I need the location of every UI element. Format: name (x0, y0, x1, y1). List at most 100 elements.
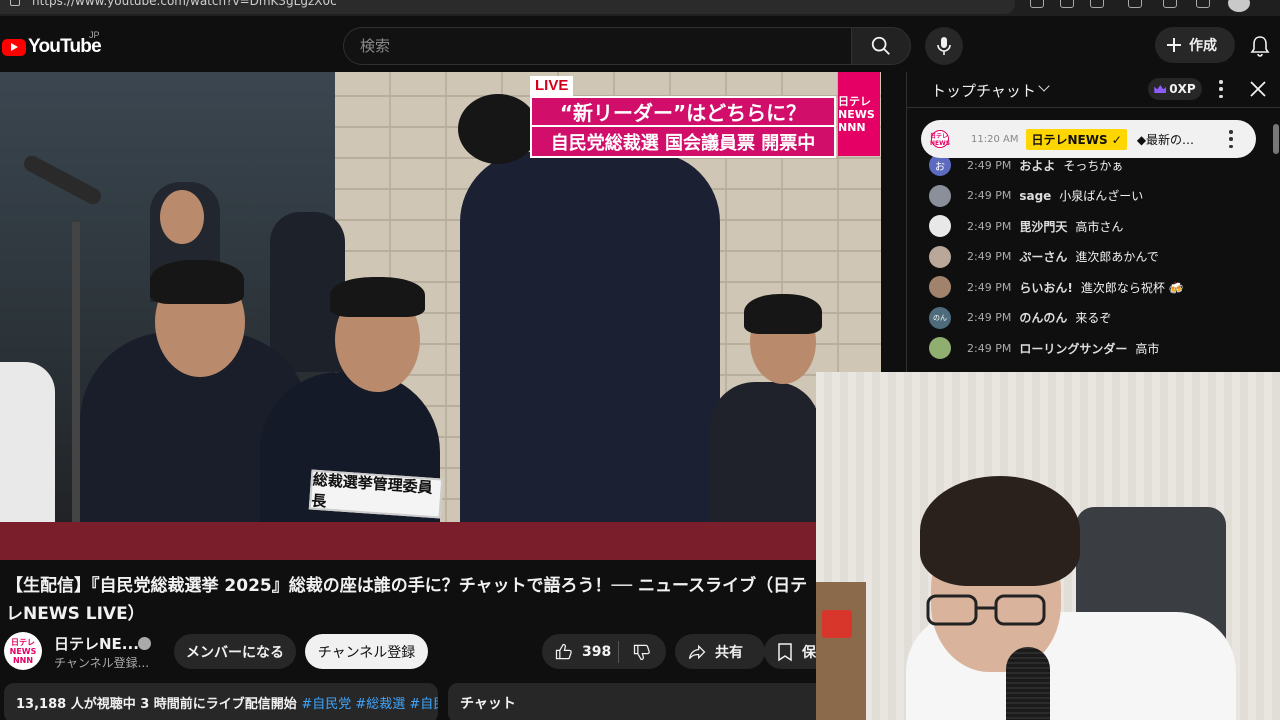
join-membership-button[interactable]: メンバーになる (174, 634, 296, 669)
chat-text: そっちかぁ (1063, 158, 1124, 173)
chat-author-avatar[interactable] (929, 245, 951, 268)
xp-badge[interactable]: 0XP (1148, 78, 1202, 100)
microphone-stand (72, 222, 80, 560)
pinned-more-options-icon[interactable] (1229, 130, 1233, 148)
video-player[interactable]: 総裁選挙管理委員長 LIVE “新リーダー”はどちらに？ 自民党総裁選 国会議員… (0, 72, 881, 560)
chat-message[interactable]: 2:49 PM sage 小泉ばんざーい (907, 181, 1280, 212)
chat-author[interactable]: ぷーさん (1019, 248, 1067, 265)
crown-icon (1154, 85, 1167, 93)
microphone-icon (937, 37, 951, 55)
chat-time: 2:49 PM (967, 189, 1012, 203)
live-tag: LIVE (530, 76, 574, 96)
plus-icon (1167, 38, 1181, 52)
table (0, 522, 881, 560)
region-code: JP (89, 30, 100, 40)
site-info-icon[interactable] (10, 0, 20, 6)
webcam-shelf (816, 582, 866, 720)
share-button[interactable]: 共有 (675, 634, 765, 669)
chat-section-header[interactable]: チャット (448, 683, 828, 720)
chat-time: 2:49 PM (967, 341, 1012, 355)
pinned-author: 日テレNEWS ✓ (1026, 128, 1127, 150)
pinned-message[interactable]: 日テレ NEWS 11:20 AM 日テレNEWS ✓ ◆最新の… (921, 120, 1256, 158)
glasses-icon (926, 594, 1046, 626)
chat-scrollbar[interactable] (1273, 124, 1279, 154)
address-url[interactable]: https://www.youtube.com/watch?v=DmK3gLgz… (32, 0, 337, 8)
standing-man-hair (458, 94, 538, 164)
news-banner: LIVE “新リーダー”はどちらに？ 自民党総裁選 国会議員票 開票中 (530, 76, 836, 158)
chat-author-avatar[interactable] (929, 276, 951, 299)
chat-mode-selector[interactable]: トップチャット (931, 80, 1036, 101)
chat-message[interactable]: 2:49 PM ぷーさん 進次郎あかんで (907, 242, 1280, 273)
chat-text: 来るぞ (1075, 311, 1112, 326)
chat-author[interactable]: らいおん! (1019, 279, 1072, 296)
chat-text: 高市さん (1075, 219, 1124, 234)
chat-message[interactable]: のん 2:49 PM のんのん 来るぞ (907, 303, 1280, 334)
dislike-button[interactable] (619, 642, 665, 662)
extensions-icon[interactable] (1128, 0, 1142, 8)
subscriber-count: チャンネル登録... (54, 656, 150, 670)
pinned-author-avatar: 日テレ NEWS (930, 130, 950, 148)
browser-toolbar: https://www.youtube.com/watch?v=DmK3gLgz… (0, 0, 1280, 16)
youtube-header: YouTube JP 作成 (0, 16, 1280, 72)
chat-message[interactable]: 2:49 PM 毘沙門天 高市さん (907, 211, 1280, 242)
channel-avatar[interactable]: 日テレ NEWS NNN (4, 632, 42, 670)
chat-text: 小泉ばんざーい (1059, 189, 1144, 204)
search-input[interactable] (343, 27, 851, 65)
like-count: 398 (582, 643, 612, 660)
profile-avatar[interactable] (1228, 0, 1250, 12)
channel-name[interactable]: 日テレNE... (54, 633, 139, 654)
pinned-text: ◆最新の… (1136, 132, 1195, 147)
chat-author[interactable]: およよ (1019, 157, 1055, 174)
chat-text: 進次郎なら祝杯 🍻 (1080, 280, 1184, 295)
bookmark-star-icon[interactable] (1090, 0, 1104, 8)
pinned-time: 11:20 AM (971, 133, 1019, 145)
chat-time: 2:49 PM (967, 158, 1012, 172)
youtube-play-icon (2, 38, 26, 56)
favorites-icon[interactable] (1163, 0, 1177, 8)
chat-author[interactable]: のんのん (1019, 309, 1067, 326)
chat-author-avatar[interactable] (929, 184, 951, 207)
live-chat-panel: トップチャット 0XP お 2:49 PM およよ そっちかぁ 2:49 PM sage 小… (906, 72, 1280, 372)
translate-icon[interactable] (1030, 0, 1044, 8)
create-label: 作成 (1189, 38, 1217, 54)
like-button[interactable]: 398 (542, 642, 618, 662)
description-box[interactable]: 13,188 人が視聴中 3 時間前にライブ配信開始 #自民党 #総裁選 #自民 (4, 683, 438, 720)
search-button[interactable] (851, 27, 911, 65)
hashtags[interactable]: #自民党 #総裁選 #自民 (301, 697, 438, 712)
chat-author-avatar[interactable] (929, 215, 951, 238)
notifications-bell-icon[interactable] (1248, 34, 1272, 58)
chat-time: 2:49 PM (967, 219, 1012, 233)
chat-author[interactable]: ローリングサンダー (1019, 340, 1127, 357)
chat-header: トップチャット 0XP (907, 72, 1280, 108)
xp-label: 0XP (1169, 82, 1196, 96)
chat-author-avatar[interactable] (929, 337, 951, 360)
chat-message[interactable]: 2:49 PM ローリングサンダー 高市 (907, 333, 1280, 364)
share-arrow-icon (688, 644, 706, 659)
chat-time: 2:49 PM (967, 311, 1012, 325)
webcam-shelf-item (822, 610, 852, 638)
chat-author[interactable]: sage (1019, 189, 1051, 203)
chat-message[interactable]: 2:49 PM らいおん! 進次郎なら祝杯 🍻 (907, 272, 1280, 303)
search-box (343, 27, 911, 65)
staff-woman-hair (744, 294, 822, 334)
chat-author[interactable]: 毘沙門天 (1019, 218, 1067, 235)
chat-more-options-icon[interactable] (1219, 80, 1223, 98)
chat-author-avatar[interactable]: のん (929, 306, 951, 329)
chevron-down-icon[interactable] (1038, 80, 1050, 92)
official-left-hair (150, 260, 244, 304)
shield-icon[interactable] (1196, 0, 1210, 8)
channel-watermark-logo: 日テレ NEWS NNN (838, 72, 880, 156)
create-button[interactable]: 作成 (1155, 27, 1235, 63)
video-title: 【生配信】『自民党総裁選挙 2025』総裁の座は誰の手に？チャットで語ろう！──… (6, 576, 808, 624)
share-label: 共有 (715, 644, 743, 661)
chat-message-list: お 2:49 PM およよ そっちかぁ 2:49 PM sage 小泉ばんざーい 2:49 P… (907, 150, 1280, 364)
webcam-microphone (1006, 647, 1050, 720)
voice-search-button[interactable] (925, 27, 963, 65)
subscribe-button[interactable]: チャンネル登録 (305, 634, 428, 669)
youtube-logo[interactable]: YouTube (2, 36, 102, 58)
close-icon[interactable] (1249, 80, 1267, 98)
official-center-hair (330, 277, 425, 317)
chat-text: 進次郎あかんで (1075, 250, 1159, 265)
bookmark-icon (778, 642, 792, 661)
tab-icon[interactable] (1060, 0, 1074, 8)
